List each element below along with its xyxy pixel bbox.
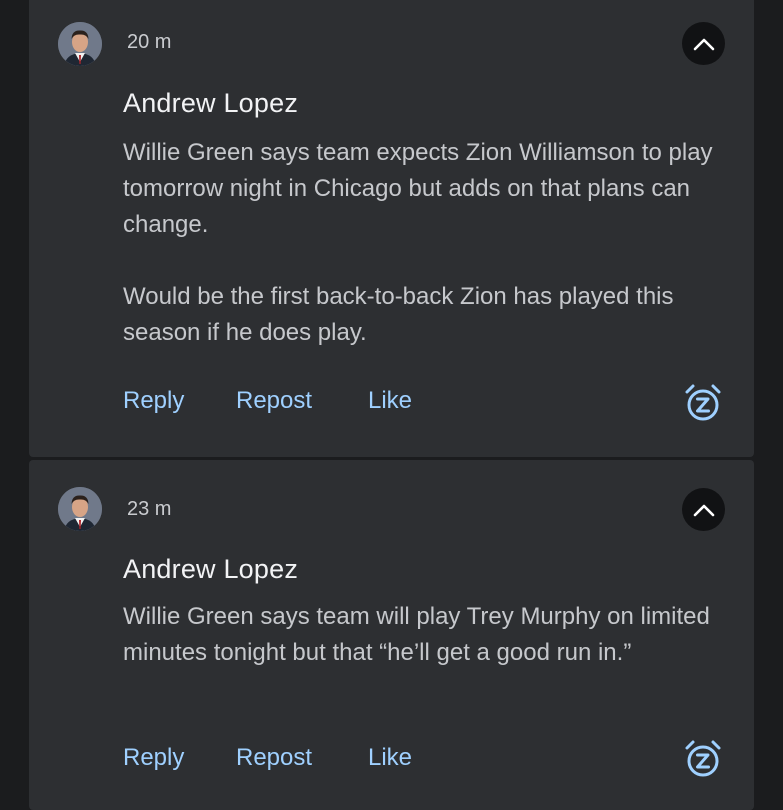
reply-button[interactable]: Reply — [123, 387, 236, 415]
post-card: 23 m Andrew Lopez Willie Green says team… — [29, 460, 754, 810]
chevron-up-icon — [693, 504, 714, 516]
post-paragraph: Would be the first back-to-back Zion has… — [123, 283, 674, 346]
repost-button[interactable]: Repost — [236, 744, 368, 772]
snooze-alarm-icon[interactable] — [683, 383, 723, 423]
post-paragraph: Willie Green says team expects Zion Will… — [123, 139, 713, 238]
reply-button[interactable]: Reply — [123, 744, 236, 772]
post-actions: Reply Repost Like — [123, 744, 412, 772]
author-name[interactable]: Andrew Lopez — [123, 554, 298, 585]
collapse-button[interactable] — [682, 22, 725, 65]
post-card: 20 m Andrew Lopez Willie Green says team… — [29, 0, 754, 457]
collapse-button[interactable] — [682, 488, 725, 531]
post-timestamp: 20 m — [127, 31, 172, 53]
snooze-alarm-icon[interactable] — [683, 739, 723, 779]
post-actions: Reply Repost Like — [123, 387, 412, 415]
post-body: Willie Green says team will play Trey Mu… — [123, 599, 723, 671]
author-avatar[interactable] — [58, 22, 102, 66]
repost-button[interactable]: Repost — [236, 387, 368, 415]
post-timestamp: 23 m — [127, 498, 172, 520]
chevron-up-icon — [693, 38, 714, 50]
post-paragraph: Willie Green says team will play Trey Mu… — [123, 603, 710, 666]
author-name[interactable]: Andrew Lopez — [123, 88, 298, 119]
post-body: Willie Green says team expects Zion Will… — [123, 135, 723, 351]
like-button[interactable]: Like — [368, 744, 412, 772]
author-avatar[interactable] — [58, 487, 102, 531]
like-button[interactable]: Like — [368, 387, 412, 415]
